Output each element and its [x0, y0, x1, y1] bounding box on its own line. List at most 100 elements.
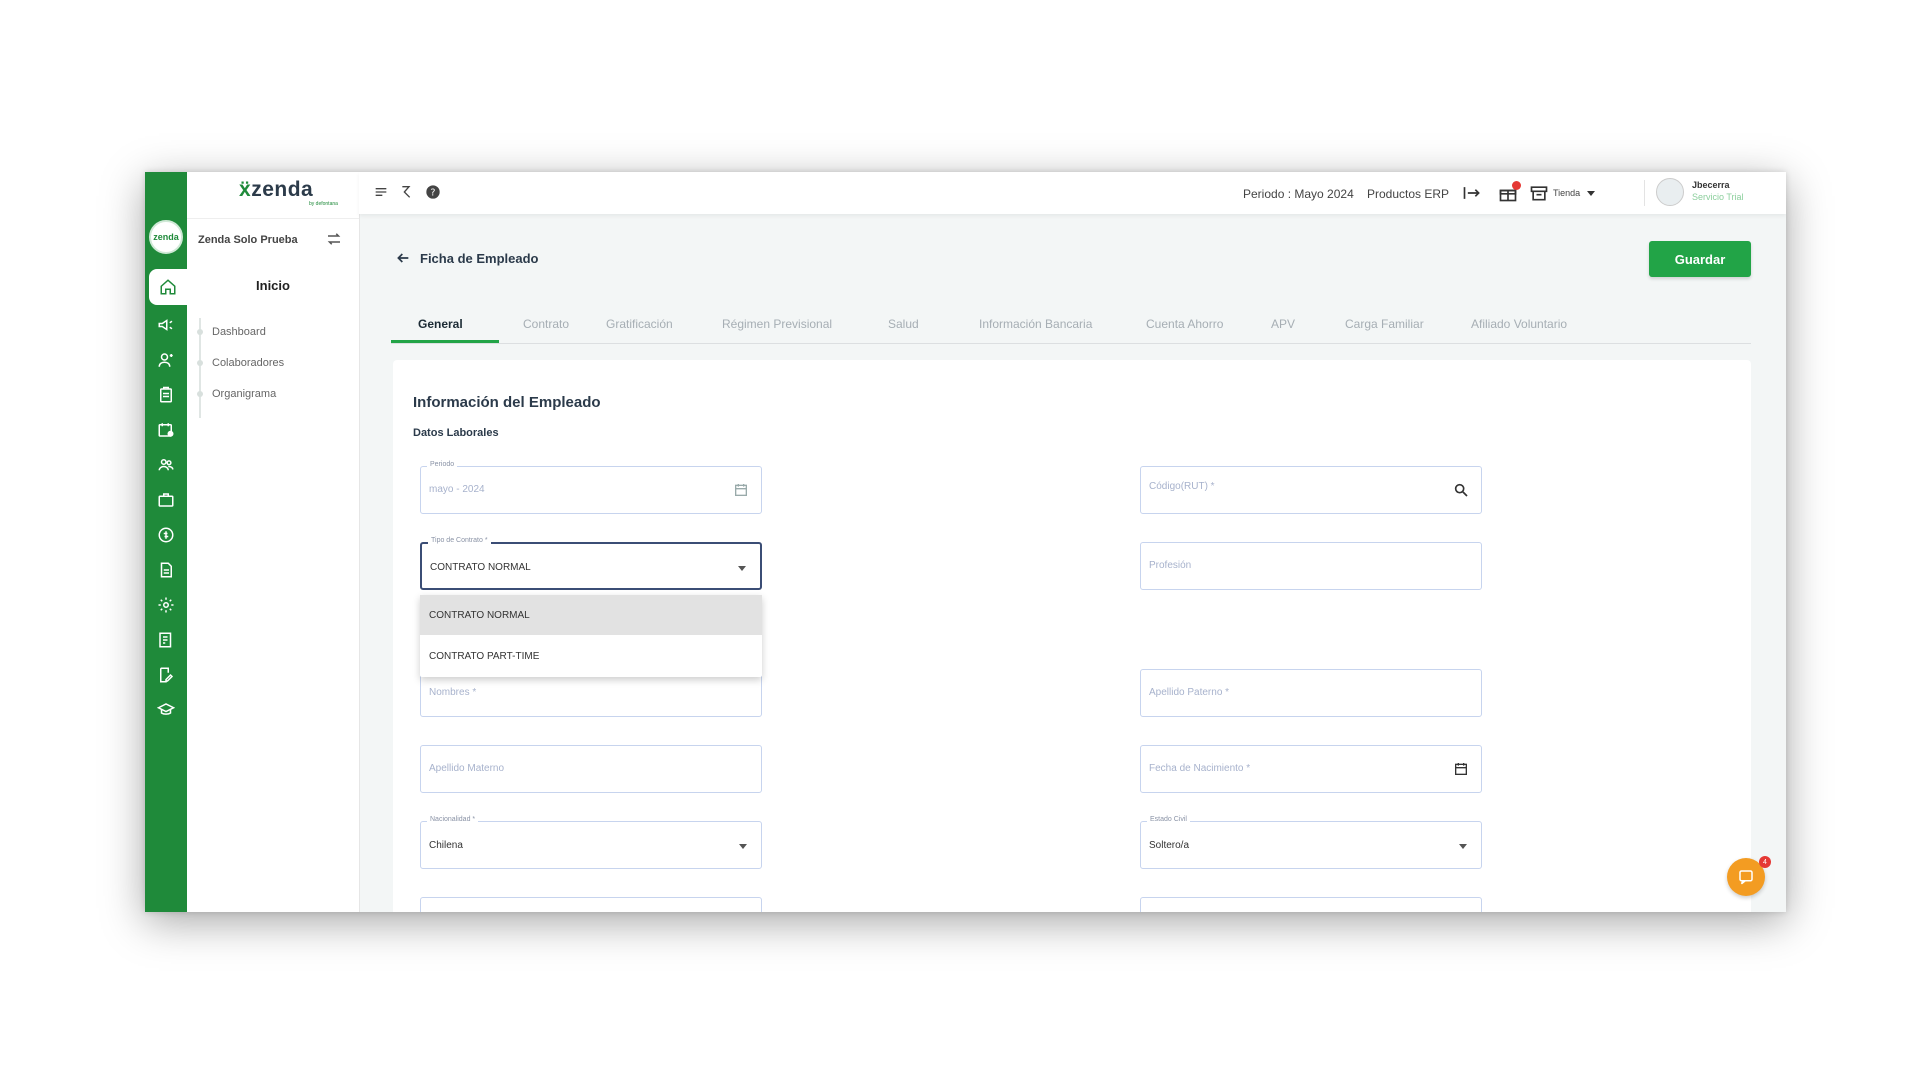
apellido-paterno-field[interactable]: Apellido Paterno *: [1140, 669, 1482, 717]
dropdown-option-contrato-part-time[interactable]: CONTRATO PART-TIME: [420, 636, 762, 676]
submenu-dot: [197, 360, 203, 366]
tab-general[interactable]: General: [418, 317, 463, 331]
money-icon[interactable]: [145, 523, 187, 547]
field-label: Periodo: [427, 461, 458, 468]
tab-contrato[interactable]: Contrato: [523, 317, 569, 331]
zenda-mark-icon[interactable]: [399, 184, 415, 205]
report-icon[interactable]: [145, 628, 187, 652]
save-button[interactable]: Guardar: [1649, 241, 1751, 277]
submenu-dot: [197, 329, 203, 335]
svg-text:?: ?: [431, 187, 436, 198]
nacionalidad-value: Chilena: [429, 840, 463, 851]
graduation-icon[interactable]: [145, 698, 187, 722]
user-name[interactable]: Jbecerra: [1692, 180, 1730, 190]
store-selector[interactable]: Tienda: [1553, 188, 1580, 198]
estado-civil-value: Soltero/a: [1149, 840, 1190, 851]
team-icon[interactable]: [145, 453, 187, 477]
sidebar-item-organigrama[interactable]: Organigrama: [212, 388, 276, 400]
periodo-value: mayo - 2024: [429, 484, 485, 495]
user-add-icon[interactable]: [145, 348, 187, 372]
tab-apv[interactable]: APV: [1271, 317, 1295, 331]
estado-civil-select[interactable]: Estado Civil Soltero/a: [1140, 816, 1482, 869]
search-icon[interactable]: [1453, 482, 1469, 498]
page-title: Ficha de Empleado: [420, 251, 539, 266]
company-avatar-text: zenda: [153, 232, 179, 242]
company-avatar[interactable]: zenda: [149, 220, 183, 254]
submenu-dot: [197, 391, 203, 397]
apellido-materno-placeholder: Apellido Materno: [429, 763, 505, 774]
document-icon[interactable]: [145, 558, 187, 582]
sidebar: ẍzenda by defontana Zenda Solo Prueba In…: [187, 172, 360, 912]
tab-afiliado-voluntario[interactable]: Afiliado Voluntario: [1471, 317, 1567, 331]
logo-text: zenda: [251, 178, 314, 201]
chat-icon: [1739, 870, 1753, 885]
clipboard-icon[interactable]: [145, 383, 187, 407]
user-avatar[interactable]: [1656, 178, 1684, 206]
topbar-left-icons: ?: [373, 184, 441, 205]
dropdown-option-contrato-normal[interactable]: CONTRATO NORMAL: [420, 595, 762, 635]
next-field-left[interactable]: [420, 897, 762, 912]
logout-arrow-icon[interactable]: [1462, 183, 1482, 203]
tipo-contrato-value: CONTRATO NORMAL: [430, 562, 531, 573]
logo-subtitle: by defontana: [309, 201, 338, 207]
tab-cuenta-ahorro[interactable]: Cuenta Ahorro: [1146, 317, 1223, 331]
sidebar-divider: [187, 218, 359, 219]
sidebar-section-title[interactable]: Inicio: [187, 278, 359, 293]
chevron-down-icon[interactable]: [1459, 844, 1467, 849]
store-icon[interactable]: [1529, 183, 1549, 203]
tipo-contrato-dropdown: CONTRATO NORMAL CONTRATO PART-TIME: [420, 595, 762, 677]
menu-icon[interactable]: [373, 184, 389, 205]
sidebar-item-colaboradores[interactable]: Colaboradores: [212, 357, 284, 369]
tab-regimen-previsional[interactable]: Régimen Previsional: [722, 317, 832, 331]
field-label: Tipo de Contrato *: [428, 537, 491, 544]
periodo-field[interactable]: Periodo mayo - 2024: [420, 461, 762, 514]
codigo-rut-placeholder: Código(RUT) *: [1149, 481, 1215, 492]
tipo-contrato-select[interactable]: Tipo de Contrato * CONTRATO NORMAL: [420, 537, 762, 590]
profesion-field[interactable]: Profesión: [1140, 542, 1482, 590]
switch-company-icon[interactable]: [325, 230, 343, 248]
tab-gratificacion[interactable]: Gratificación: [606, 317, 673, 331]
nombres-placeholder: Nombres *: [429, 687, 477, 698]
back-arrow-icon[interactable]: [395, 250, 411, 266]
apellido-materno-field[interactable]: Apellido Materno: [420, 745, 762, 793]
sidebar-item-dashboard[interactable]: Dashboard: [212, 326, 266, 338]
briefcase-icon[interactable]: [145, 488, 187, 512]
section-title: Información del Empleado: [413, 394, 601, 411]
tab-carga-familiar[interactable]: Carga Familiar: [1345, 317, 1424, 331]
calendar-check-icon[interactable]: [145, 418, 187, 442]
field-label: Estado Civil: [1147, 816, 1190, 823]
icon-rail: zenda: [145, 172, 187, 912]
productos-erp-link[interactable]: Productos ERP: [1367, 187, 1449, 201]
help-icon[interactable]: ?: [425, 184, 441, 205]
chevron-down-icon[interactable]: [738, 566, 746, 571]
tab-bar: General Contrato Gratificación Régimen P…: [391, 307, 1751, 344]
home-icon[interactable]: [149, 269, 187, 305]
zenda-logo[interactable]: ẍzenda: [239, 178, 313, 202]
calendar-icon[interactable]: [733, 482, 749, 498]
app-window: zenda ẍzenda by defontana Zenda Solo Pru…: [145, 172, 1786, 912]
chevron-down-icon[interactable]: [739, 844, 747, 849]
megaphone-icon[interactable]: [145, 313, 187, 337]
edit-document-icon[interactable]: [145, 663, 187, 687]
topbar-divider: [1644, 180, 1645, 206]
profesion-placeholder: Profesión: [1149, 560, 1192, 571]
chat-badge: 4: [1759, 856, 1771, 868]
user-role: Servicio Trial: [1692, 192, 1744, 202]
apellido-paterno-placeholder: Apellido Paterno *: [1149, 687, 1230, 698]
fecha-nacimiento-field[interactable]: Fecha de Nacimiento *: [1140, 745, 1482, 793]
top-bar: ? Periodo : Mayo 2024 Productos ERP Tien…: [359, 172, 1786, 214]
field-label: Nacionalidad *: [427, 816, 479, 823]
settings-icon[interactable]: [145, 593, 187, 617]
chevron-down-icon[interactable]: [1587, 191, 1595, 196]
notification-badge: [1512, 181, 1521, 190]
calendar-icon[interactable]: [1453, 761, 1469, 777]
codigo-rut-field[interactable]: Código(RUT) *: [1140, 466, 1482, 514]
company-name: Zenda Solo Prueba: [198, 234, 298, 246]
periodo-label[interactable]: Periodo : Mayo 2024: [1243, 187, 1354, 201]
next-field-right[interactable]: [1140, 897, 1482, 912]
tab-salud[interactable]: Salud: [888, 317, 919, 331]
tab-informacion-bancaria[interactable]: Información Bancaria: [979, 317, 1092, 331]
subsection-title: Datos Laborales: [413, 427, 499, 439]
fecha-nacimiento-placeholder: Fecha de Nacimiento *: [1149, 763, 1251, 774]
nacionalidad-select[interactable]: Nacionalidad * Chilena: [420, 816, 762, 869]
